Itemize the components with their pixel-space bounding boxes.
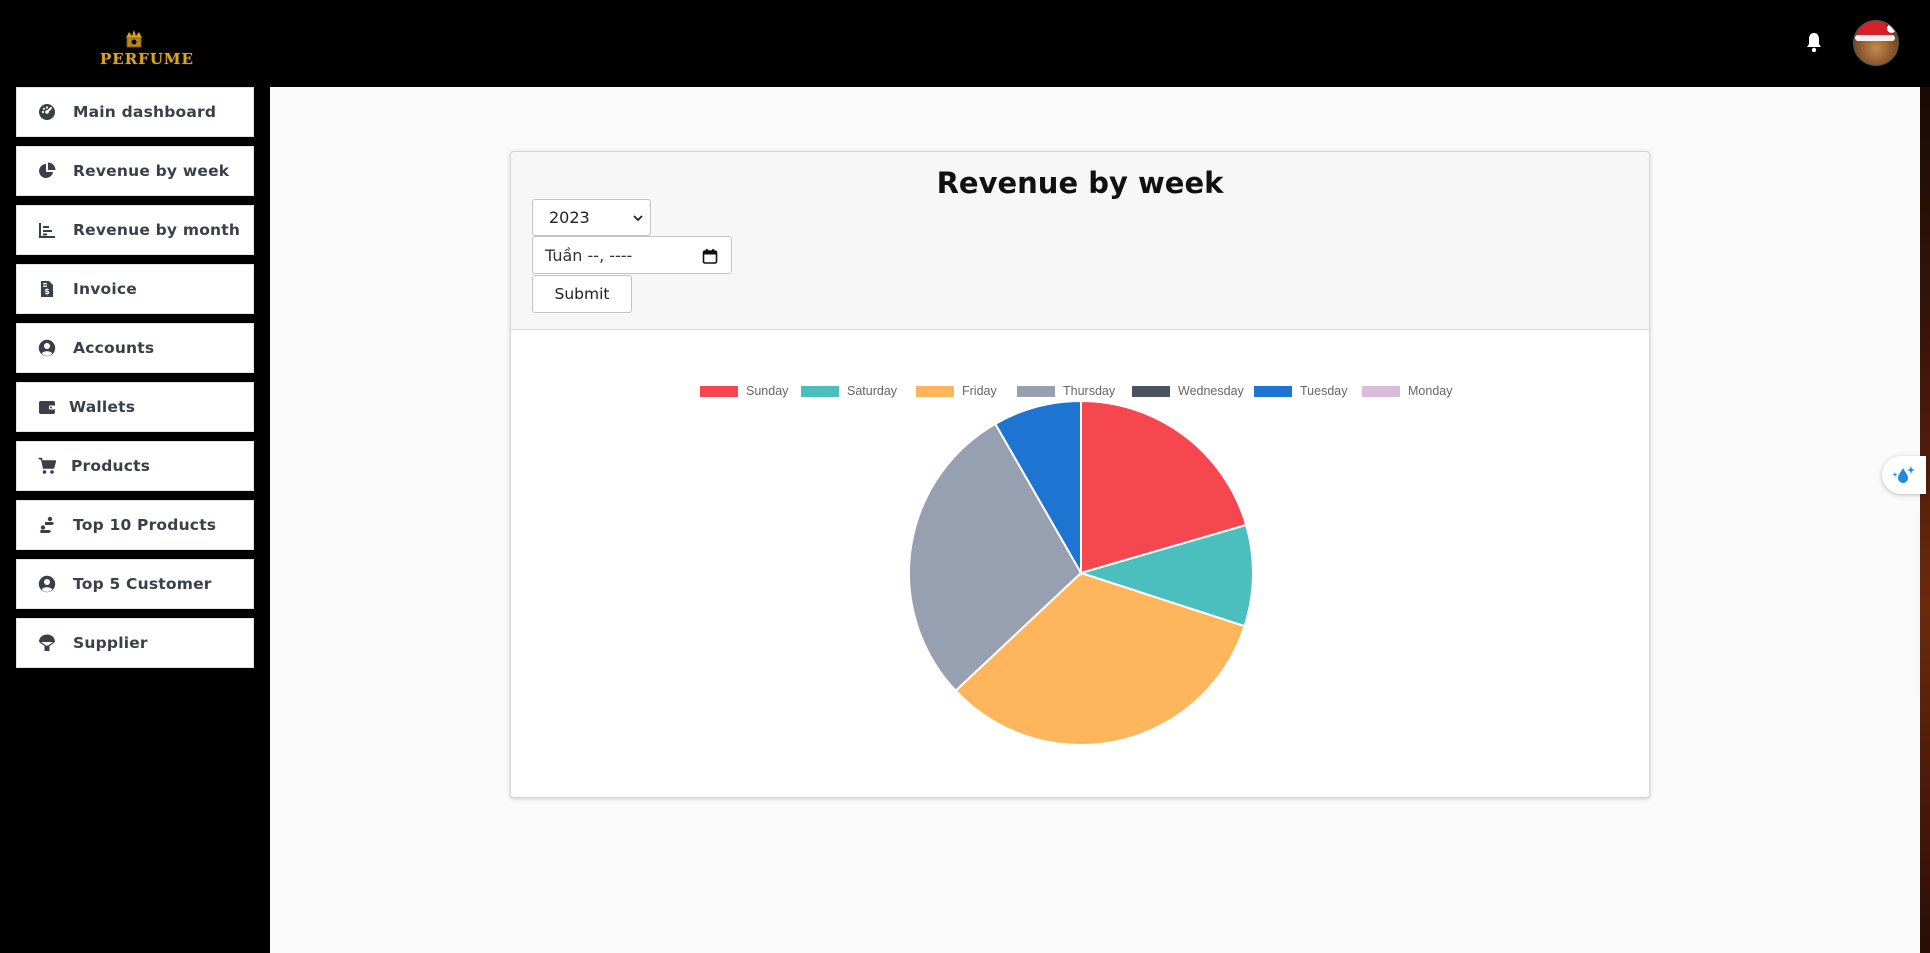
sidebar-item-products[interactable]: Products: [16, 441, 254, 491]
year-select-value: 2023: [549, 208, 590, 227]
sidebar: Main dashboard Revenue by week Revenue b…: [0, 87, 270, 953]
sidebar-item-label: Revenue by month: [73, 221, 241, 239]
gauge-icon: [39, 104, 55, 120]
background-edge: [1920, 87, 1930, 953]
wallet-icon: [39, 401, 55, 414]
sidebar-item-label: Invoice: [73, 280, 137, 298]
sidebar-item-supplier[interactable]: Supplier: [16, 618, 254, 668]
bell-icon[interactable]: [1802, 30, 1826, 54]
sidebar-item-label: Wallets: [69, 398, 136, 416]
year-select[interactable]: 2023: [532, 199, 651, 236]
sidebar-item-label: Top 10 Products: [73, 516, 217, 534]
card-header: Revenue by week 2023 Tuần --, ---- Submi…: [511, 152, 1649, 330]
sidebar-item-invoice[interactable]: $ Invoice: [16, 264, 254, 314]
sidebar-item-label: Revenue by week: [73, 162, 230, 180]
revenue-card: Revenue by week 2023 Tuần --, ---- Submi…: [510, 151, 1650, 798]
svg-text:$: $: [44, 287, 50, 296]
bar-chart-icon: [39, 223, 55, 238]
sidebar-item-main-dashboard[interactable]: Main dashboard: [16, 87, 254, 137]
parachute-box-icon: [39, 634, 55, 651]
sidebar-item-top-5-customer[interactable]: Top 5 Customer: [16, 559, 254, 609]
sidebar-item-label: Products: [71, 457, 151, 475]
week-input-placeholder: Tuần --, ----: [545, 245, 633, 265]
sidebar-item-label: Accounts: [73, 339, 155, 357]
brand-logo-text: PERFUME: [100, 50, 194, 68]
top-bar: PERFUME: [0, 0, 1930, 87]
sidebar-item-revenue-by-week[interactable]: Revenue by week: [16, 146, 254, 196]
brand-logo[interactable]: PERFUME: [98, 28, 194, 72]
floating-assistant-button[interactable]: [1882, 456, 1926, 494]
sidebar-item-accounts[interactable]: Accounts: [16, 323, 254, 373]
sidebar-item-wallets[interactable]: Wallets: [16, 382, 254, 432]
avatar[interactable]: [1853, 20, 1899, 66]
sidebar-item-label: Supplier: [73, 634, 148, 652]
sidebar-item-revenue-by-month[interactable]: Revenue by month: [16, 205, 254, 255]
pie-chart-svg: [908, 399, 1254, 746]
revenue-pie-chart: Sunday Saturday Friday Thursday Wednesday Tue…: [511, 332, 1649, 797]
user-circle-icon: [38, 339, 56, 357]
chevron-down-icon: [633, 215, 643, 222]
page-title: Revenue by week: [936, 166, 1224, 200]
invoice-dollar-icon: $: [41, 281, 53, 297]
sparkle-drop-icon: [1892, 466, 1915, 483]
sidebar-item-top-10-products[interactable]: Top 10 Products: [16, 500, 254, 550]
calendar-icon[interactable]: [702, 248, 718, 264]
submit-button[interactable]: Submit: [532, 275, 632, 313]
sidebar-item-label: Top 5 Customer: [73, 575, 212, 593]
main-content: Revenue by week 2023 Tuần --, ---- Submi…: [270, 87, 1920, 953]
week-input[interactable]: Tuần --, ----: [532, 236, 732, 274]
cart-icon: [38, 457, 56, 474]
crown-icon: [126, 30, 142, 48]
people-carry-icon: [40, 516, 54, 533]
pie-chart-icon: [39, 162, 56, 178]
user-circle-icon: [38, 575, 56, 593]
sidebar-item-label: Main dashboard: [73, 103, 217, 121]
